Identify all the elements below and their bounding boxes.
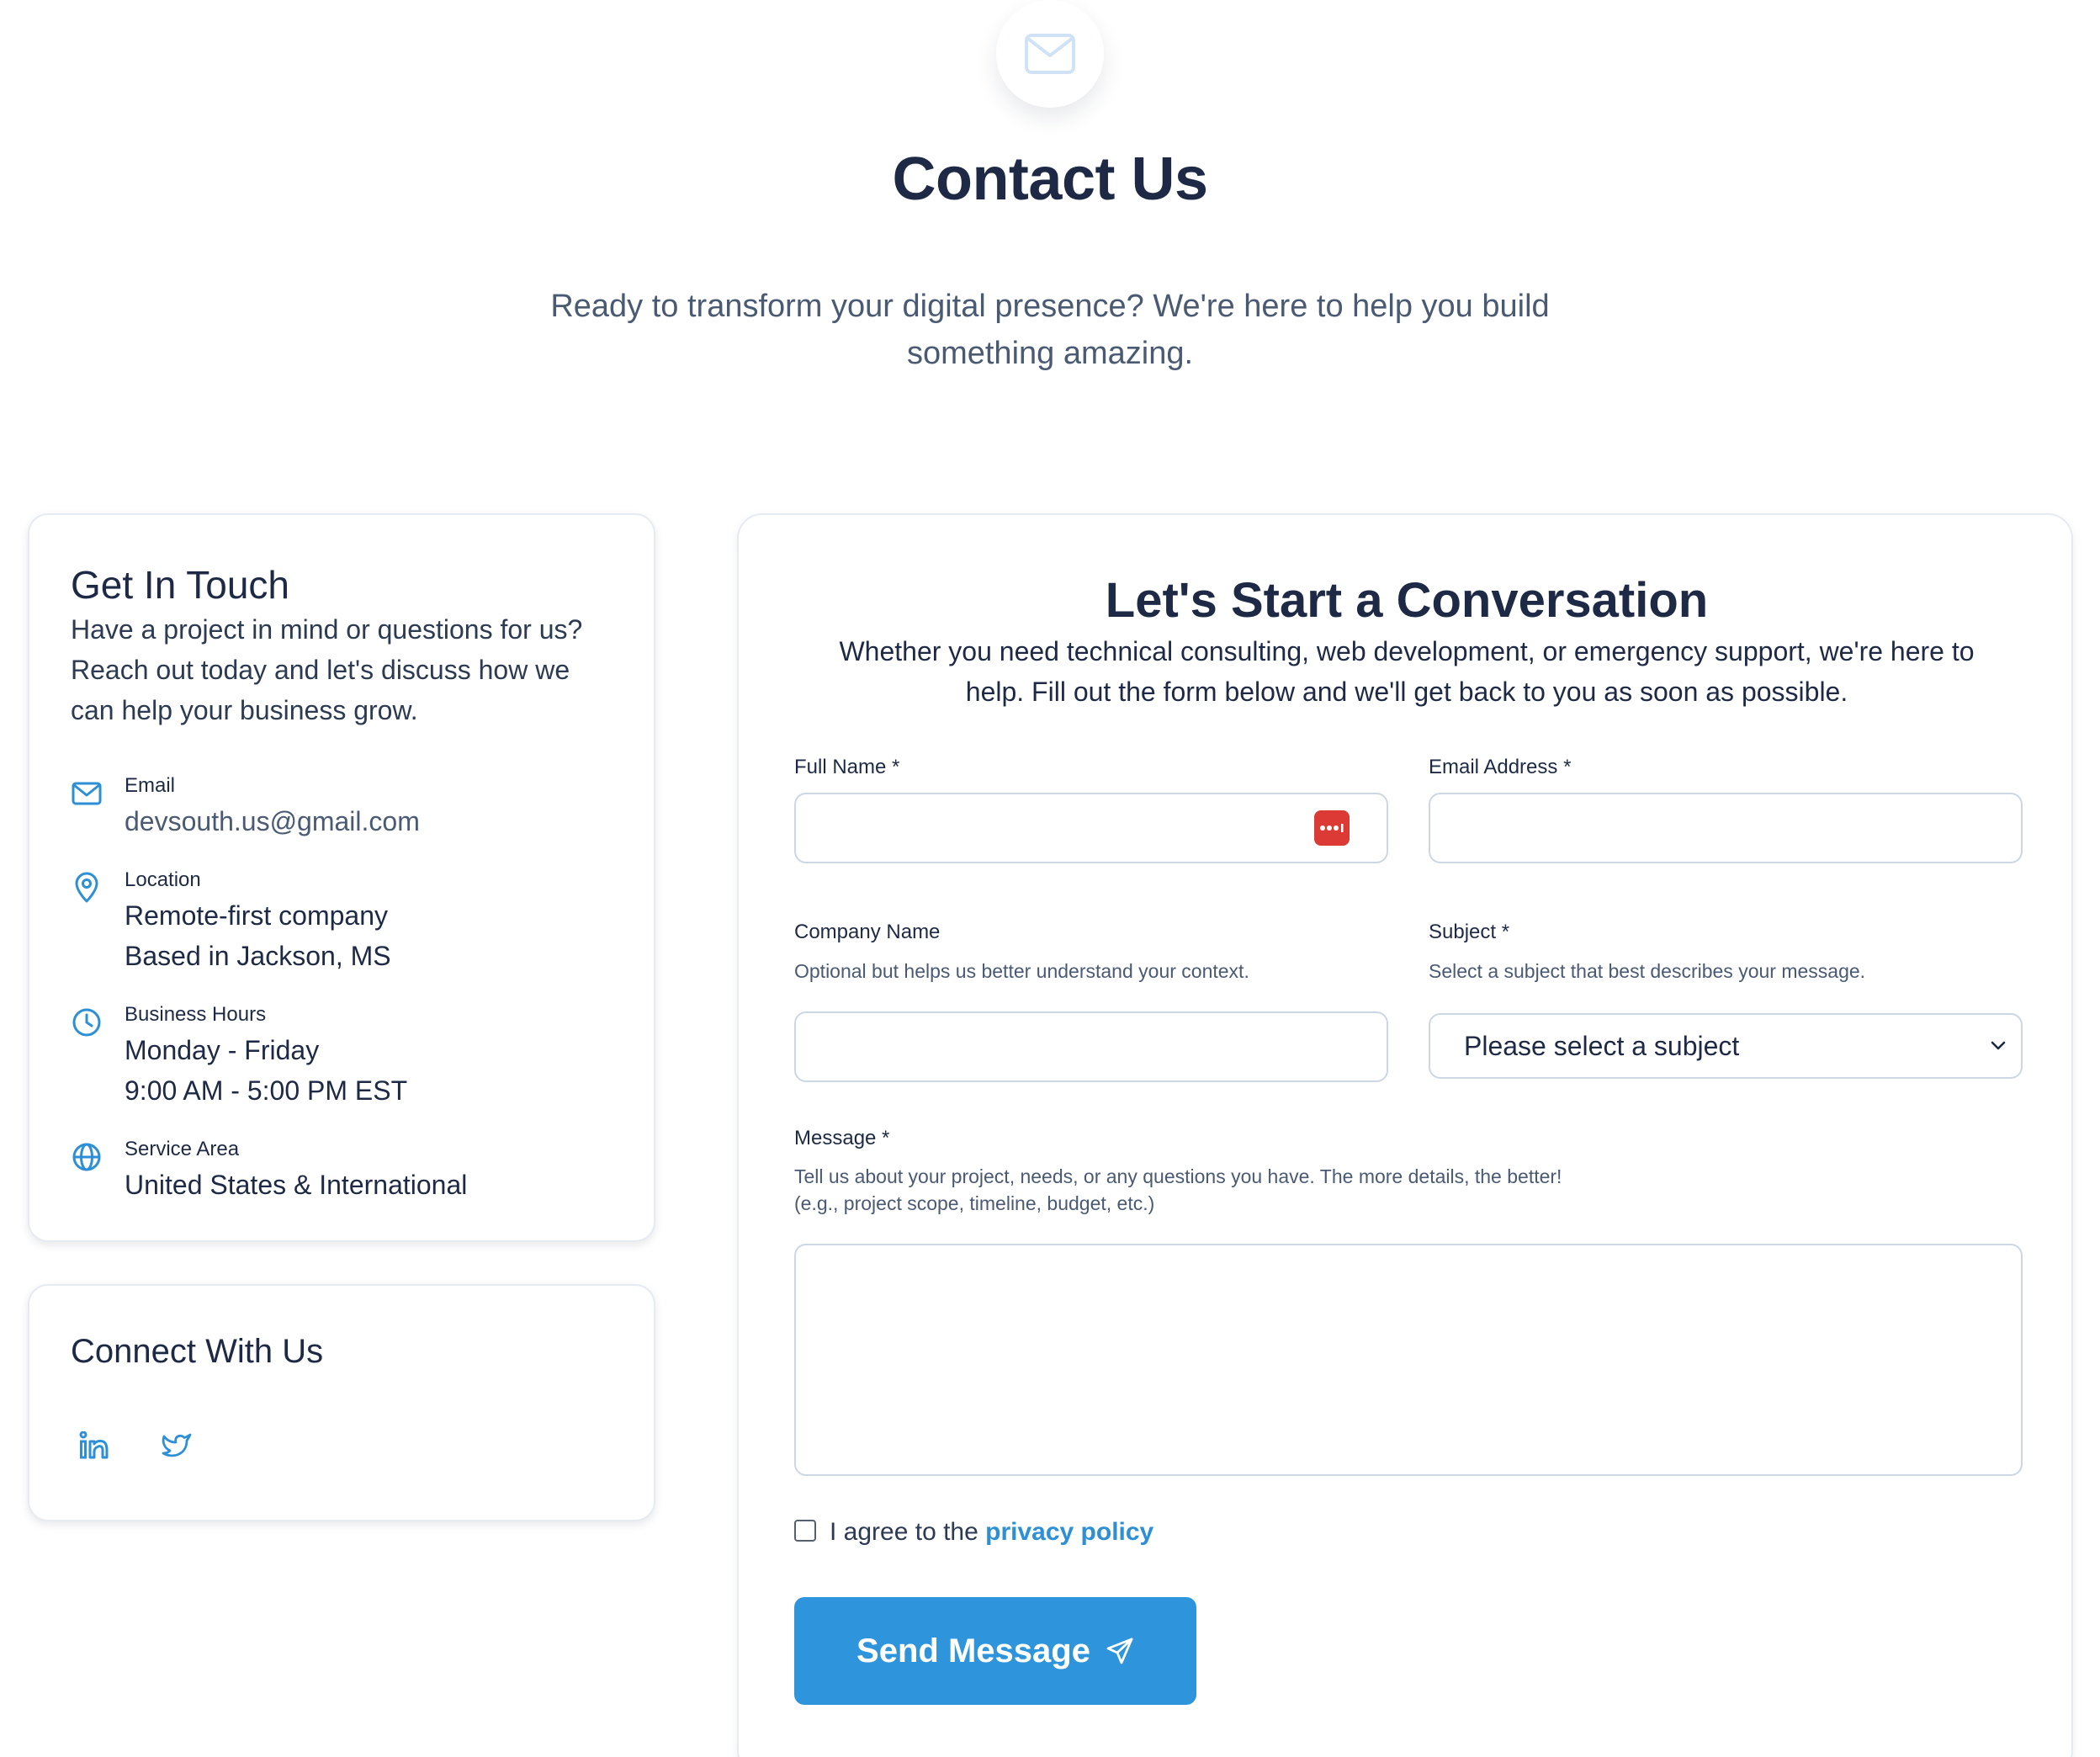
- page-subtitle: Ready to transform your digital presence…: [505, 283, 1595, 377]
- mail-icon: [1025, 34, 1075, 74]
- contact-label: Email: [125, 774, 176, 797]
- email-address-label: Email Address *: [1429, 756, 1572, 778]
- contact-value: 9:00 AM - 5:00 PM EST: [125, 1075, 408, 1106]
- clock-icon: [72, 1008, 101, 1037]
- contact-value: United States & International: [125, 1170, 468, 1200]
- message-textarea[interactable]: [794, 1244, 2023, 1476]
- globe-icon: [72, 1143, 101, 1171]
- message-label: Message *: [794, 1127, 890, 1149]
- subject-select[interactable]: Please select a subject: [1429, 1013, 2023, 1079]
- send-icon: [1106, 1638, 1133, 1664]
- twitter-link[interactable]: [151, 1420, 202, 1471]
- contact-label: Business Hours: [125, 1003, 267, 1026]
- password-manager-icon[interactable]: [1314, 810, 1350, 846]
- privacy-policy-link[interactable]: privacy policy: [985, 1518, 1153, 1546]
- page-title: Contact Us: [892, 146, 1208, 213]
- form-title: Let's Start a Conversation: [1105, 573, 1709, 628]
- connect-title: Connect With Us: [71, 1333, 324, 1370]
- twitter-icon: [162, 1433, 192, 1457]
- form-description: Whether you need technical consulting, w…: [798, 631, 2016, 712]
- full-name-label: Full Name *: [794, 756, 900, 778]
- description-line: can help your business grow.: [71, 695, 418, 725]
- subject-selected-value: Please select a subject: [1464, 1030, 1740, 1061]
- description-line: Have a project in mind or questions for …: [71, 614, 583, 645]
- page-subtitle-line: Ready to transform your digital presence…: [550, 289, 1550, 324]
- privacy-agreement-text: I agree to the privacy policy: [830, 1518, 1153, 1547]
- subject-help: Select a subject that best describes you…: [1429, 960, 1866, 982]
- send-message-label: Send Message: [856, 1632, 1090, 1669]
- hero-mail-badge: [996, 0, 1104, 108]
- message-help-example: (e.g., project scope, timeline, budget, …: [794, 1192, 1155, 1214]
- contact-value: Based in Jackson, MS: [125, 941, 391, 971]
- form-description-line: help. Fill out the form below and we'll …: [965, 677, 1848, 707]
- page-subtitle-line: something amazing.: [906, 336, 1194, 371]
- send-message-button[interactable]: Send Message: [794, 1597, 1196, 1705]
- linkedin-link[interactable]: [70, 1420, 120, 1471]
- linkedin-icon: [79, 1431, 109, 1459]
- contact-email-value[interactable]: devsouth.us@gmail.com: [125, 801, 420, 841]
- full-name-input[interactable]: [794, 793, 1388, 863]
- contact-value: Monday - Friday: [125, 1035, 320, 1065]
- form-description-line: Whether you need technical consulting, w…: [839, 636, 1975, 666]
- get-in-touch-card: Get In Touch Have a project in mind or q…: [28, 513, 655, 1242]
- contact-value: Remote-first company: [125, 900, 388, 931]
- agree-text: I agree to the: [830, 1518, 986, 1546]
- contact-label: Service Area: [125, 1138, 240, 1160]
- contact-form-card: Let's Start a Conversation Whether you n…: [737, 513, 2073, 1757]
- description-line: Reach out today and let's discuss how we: [71, 655, 570, 685]
- privacy-checkbox[interactable]: [794, 1520, 816, 1542]
- mail-icon: [72, 782, 102, 805]
- email-address-input[interactable]: [1429, 793, 2023, 863]
- get-in-touch-description: Have a project in mind or questions for …: [71, 609, 626, 730]
- subject-label: Subject *: [1429, 921, 1510, 943]
- connect-with-us-card: Connect With Us: [28, 1284, 655, 1521]
- chevron-down-icon: [1991, 1041, 2006, 1050]
- map-pin-icon: [75, 872, 98, 903]
- company-name-input[interactable]: [794, 1011, 1388, 1082]
- get-in-touch-title: Get In Touch: [71, 563, 289, 607]
- company-name-help: Optional but helps us better understand …: [794, 960, 1249, 982]
- message-help: Tell us about your project, needs, or an…: [794, 1165, 1562, 1187]
- company-name-label: Company Name: [794, 921, 941, 943]
- contact-page: Contact Us Ready to transform your digit…: [0, 0, 2100, 1757]
- contact-label: Location: [125, 868, 201, 891]
